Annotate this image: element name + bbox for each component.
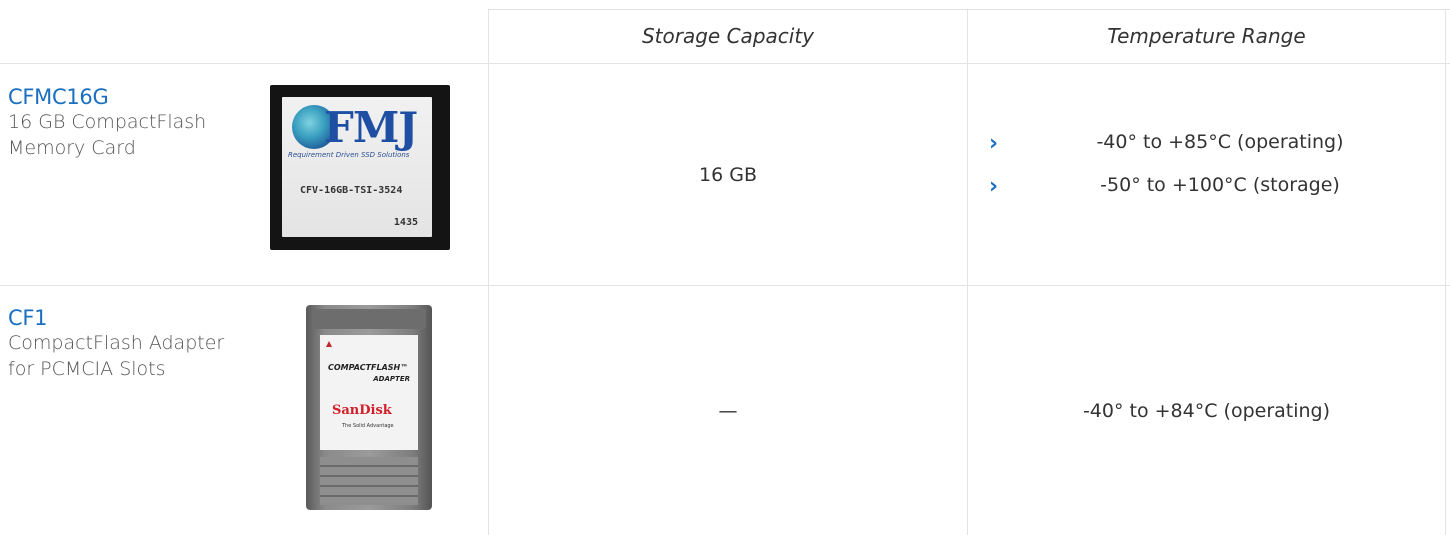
adapter-label: COMPACTFLASH™ ADAPTER SanDisk The Solid … — [320, 335, 418, 450]
card-lot-number: 1435 — [393, 217, 418, 228]
fmj-tagline: Requirement Driven SSD Solutions — [288, 151, 410, 159]
column-divider-3 — [1445, 9, 1446, 535]
description-line: for PCMCIA Slots — [8, 358, 166, 380]
storage-value: 16 GB — [699, 163, 757, 186]
description-line: Memory Card — [8, 137, 136, 159]
sandisk-logo: SanDisk — [332, 403, 392, 418]
sandisk-tagline: The Solid Advantage — [342, 423, 394, 429]
column-header-storage: Storage Capacity — [641, 24, 814, 48]
column-header-temperature: Temperature Range — [1107, 24, 1306, 48]
description-line: CompactFlash Adapter — [8, 332, 225, 354]
product-description: CompactFlash Adapter for PCMCIA Slots — [8, 330, 224, 382]
description-line: 16 GB CompactFlash — [8, 111, 207, 133]
chevron-right-icon: › — [989, 131, 999, 156]
product-description: 16 GB CompactFlash Memory Card — [8, 109, 206, 161]
adapter-title: COMPACTFLASH™ — [328, 363, 409, 372]
adapter-top-edge — [312, 309, 426, 329]
card-label: FMJ Requirement Driven SSD Solutions CFV… — [282, 97, 432, 237]
adapter-ridges — [320, 457, 418, 505]
fmj-logo-text: FMJ — [324, 103, 418, 152]
product-image-cf-adapter: COMPACTFLASH™ ADAPTER SanDisk The Solid … — [306, 305, 432, 510]
card-part-number: CFV-16GB-TSI-3524 — [300, 185, 403, 196]
adapter-subtitle: ADAPTER — [373, 375, 410, 383]
product-link-cfmc16g[interactable]: CFMC16G — [8, 85, 109, 109]
chevron-right-icon: › — [989, 174, 999, 199]
storage-value: — — [718, 399, 738, 422]
temperature-value: -50° to +100°C (storage) — [1100, 174, 1340, 196]
temperature-value: -40° to +85°C (operating) — [1096, 131, 1344, 153]
temperature-value: -40° to +84°C (operating) — [1082, 399, 1331, 422]
product-image-cf-card: FMJ Requirement Driven SSD Solutions CFV… — [270, 85, 450, 250]
product-link-cf1[interactable]: CF1 — [8, 306, 48, 330]
red-arrow-icon — [326, 341, 332, 347]
